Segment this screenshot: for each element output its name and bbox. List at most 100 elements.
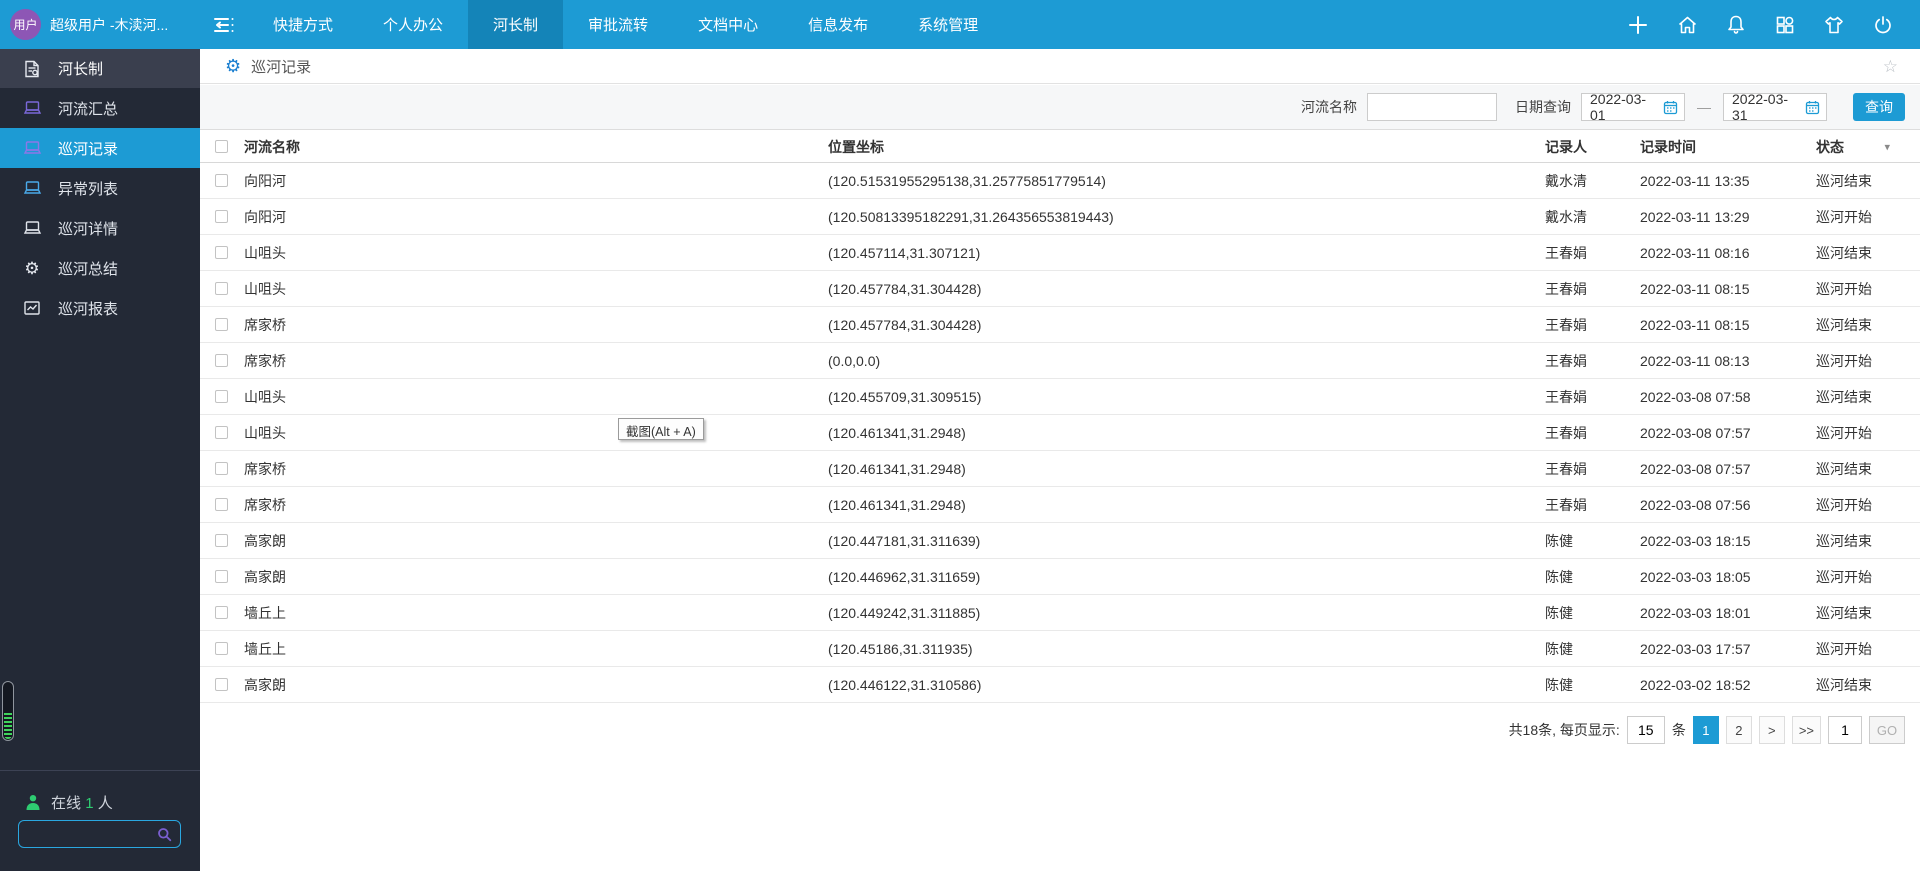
table-row[interactable]: 席家桥 (120.461341,31.2948) 王春娟 2022-03-08 … (200, 451, 1920, 487)
table-row[interactable]: 墙丘上 (120.449242,31.311885) 陈健 2022-03-03… (200, 595, 1920, 631)
username-label: 超级用户 -木渎河... (50, 16, 169, 33)
table-header: 河流名称 位置坐标 记录人 记录时间 状态 ▾ (200, 131, 1920, 163)
table-row[interactable]: 席家桥 (0.0,0.0) 王春娟 2022-03-11 08:13 巡河开始 (200, 343, 1920, 379)
cell-river-name: 高家朗 (244, 568, 286, 585)
cell-river-name: 墙丘上 (244, 640, 286, 657)
cell-record-time: 2022-03-08 07:57 (1640, 460, 1751, 477)
goto-page-input[interactable] (1828, 716, 1862, 744)
avatar: 用户 (10, 9, 41, 40)
row-checkbox[interactable] (215, 210, 228, 223)
cell-river-name: 席家桥 (244, 496, 286, 513)
nav-tab[interactable]: 审批流转 (563, 0, 673, 49)
sidebar-item-label: 异常列表 (58, 180, 119, 198)
search-icon[interactable] (157, 827, 172, 842)
nav-tab[interactable]: 信息发布 (783, 0, 893, 49)
cell-record-time: 2022-03-11 13:35 (1640, 172, 1750, 189)
row-checkbox[interactable] (215, 462, 228, 475)
cell-coordinates: (120.461341,31.2948) (828, 424, 966, 441)
next-page-button[interactable]: > (1758, 716, 1785, 744)
date-from-picker[interactable]: 2022-03-01 (1581, 91, 1685, 123)
favorite-star-icon[interactable]: ☆ (1883, 57, 1898, 77)
row-checkbox[interactable] (215, 282, 228, 295)
cell-record-time: 2022-03-02 18:52 (1640, 676, 1751, 693)
cell-recorder: 王春娟 (1545, 460, 1587, 477)
document-search-icon (22, 59, 42, 79)
sidebar-item-xunhe-baobiao[interactable]: 巡河报表 (0, 288, 200, 328)
home-icon[interactable] (1676, 14, 1698, 36)
table-row[interactable]: 山咀头 (120.461341,31.2948) 王春娟 2022-03-08 … (200, 415, 1920, 451)
sidebar-search-input[interactable] (19, 826, 157, 842)
row-checkbox[interactable] (215, 318, 228, 331)
date-to-picker[interactable]: 2022-03-31 (1723, 91, 1827, 123)
chevron-down-icon[interactable]: ▾ (1884, 140, 1890, 153)
sidebar-item-yichang-liebiao[interactable]: 异常列表 (0, 168, 200, 208)
row-checkbox[interactable] (215, 678, 228, 691)
table-body: 向阳河 (120.51531955295138,31.2577585177951… (200, 163, 1920, 703)
row-checkbox[interactable] (215, 246, 228, 259)
page-button-2[interactable]: 2 (1725, 716, 1752, 744)
nav-tab[interactable]: 文档中心 (673, 0, 783, 49)
user-segment[interactable]: 用户 超级用户 -木渎河... (0, 0, 200, 49)
nav-tab[interactable]: 个人办公 (358, 0, 468, 49)
laptop-icon (22, 98, 42, 118)
table-row[interactable]: 山咀头 (120.455709,31.309515) 王春娟 2022-03-0… (200, 379, 1920, 415)
table-row[interactable]: 向阳河 (120.50813395182291,31.2643565538194… (200, 199, 1920, 235)
menu-collapse-icon[interactable] (200, 0, 248, 49)
cell-record-time: 2022-03-11 08:15 (1640, 316, 1750, 333)
cell-status: 巡河开始 (1816, 208, 1872, 225)
page-size-input[interactable] (1626, 716, 1665, 744)
river-name-input[interactable] (1367, 93, 1497, 121)
sidebar-header-hezhangzhi[interactable]: 河长制 (0, 49, 200, 88)
sidebar-header-label: 河长制 (58, 61, 104, 78)
cell-coordinates: (120.45186,31.311935) (828, 640, 973, 657)
row-checkbox[interactable] (215, 642, 228, 655)
col-status: 状态 ▾ (1816, 138, 1890, 155)
table-row[interactable]: 席家桥 (120.457784,31.304428) 王春娟 2022-03-1… (200, 307, 1920, 343)
row-checkbox[interactable] (215, 606, 228, 619)
row-checkbox[interactable] (215, 174, 228, 187)
sidebar-item-label: 巡河总结 (58, 260, 119, 278)
cell-status: 巡河结束 (1816, 316, 1872, 333)
sidebar-item-heliu-huizong[interactable]: 河流汇总 (0, 88, 200, 128)
cell-record-time: 2022-03-11 08:16 (1640, 244, 1750, 261)
cell-record-time: 2022-03-03 18:01 (1640, 604, 1751, 621)
last-page-button[interactable]: >> (1791, 716, 1821, 744)
row-checkbox[interactable] (215, 570, 228, 583)
query-button[interactable]: 查询 (1853, 93, 1905, 121)
table-row[interactable]: 高家朗 (120.446962,31.311659) 陈健 2022-03-03… (200, 559, 1920, 595)
page-button-1[interactable]: 1 (1692, 716, 1719, 744)
table-row[interactable]: 高家朗 (120.446122,31.310586) 陈健 2022-03-02… (200, 667, 1920, 703)
cell-river-name: 席家桥 (244, 460, 286, 477)
plus-icon[interactable] (1627, 14, 1649, 36)
cell-record-time: 2022-03-03 17:57 (1640, 640, 1751, 657)
table-row[interactable]: 山咀头 (120.457114,31.307121) 王春娟 2022-03-1… (200, 235, 1920, 271)
nav-tab[interactable]: 快捷方式 (248, 0, 358, 49)
go-button[interactable]: GO (1869, 716, 1905, 744)
table-row[interactable]: 高家朗 (120.447181,31.311639) 陈健 2022-03-03… (200, 523, 1920, 559)
nav-tab[interactable]: 系统管理 (893, 0, 1003, 49)
row-checkbox[interactable] (215, 426, 228, 439)
table-row[interactable]: 席家桥 (120.461341,31.2948) 王春娟 2022-03-08 … (200, 487, 1920, 523)
theme-shirt-icon[interactable] (1823, 14, 1845, 36)
sidebar-item-xunhe-zongjie[interactable]: ⚙ 巡河总结 (0, 248, 200, 288)
date-range-separator: — (1697, 99, 1711, 115)
power-icon[interactable] (1872, 14, 1894, 36)
table-row[interactable]: 山咀头 (120.457784,31.304428) 王春娟 2022-03-1… (200, 271, 1920, 307)
row-checkbox[interactable] (215, 534, 228, 547)
row-checkbox[interactable] (215, 354, 228, 367)
cell-recorder: 戴水清 (1545, 172, 1587, 189)
nav-tab[interactable]: 河长制 (468, 0, 564, 49)
apps-icon[interactable] (1774, 14, 1796, 36)
online-count: 1 (85, 795, 94, 812)
select-all-checkbox[interactable] (215, 140, 228, 153)
row-checkbox[interactable] (215, 390, 228, 403)
table-row[interactable]: 墙丘上 (120.45186,31.311935) 陈健 2022-03-03 … (200, 631, 1920, 667)
sidebar-item-xunhe-xiangqing[interactable]: 巡河详情 (0, 208, 200, 248)
row-checkbox[interactable] (215, 498, 228, 511)
cell-recorder: 王春娟 (1545, 244, 1587, 261)
cell-coordinates: (120.457784,31.304428) (828, 316, 982, 333)
settings-gear-icon: ⚙ (225, 56, 242, 76)
sidebar-item-xunhe-jilu[interactable]: 巡河记录 (0, 128, 200, 168)
bell-icon[interactable] (1725, 14, 1747, 36)
table-row[interactable]: 向阳河 (120.51531955295138,31.2577585177951… (200, 163, 1920, 199)
